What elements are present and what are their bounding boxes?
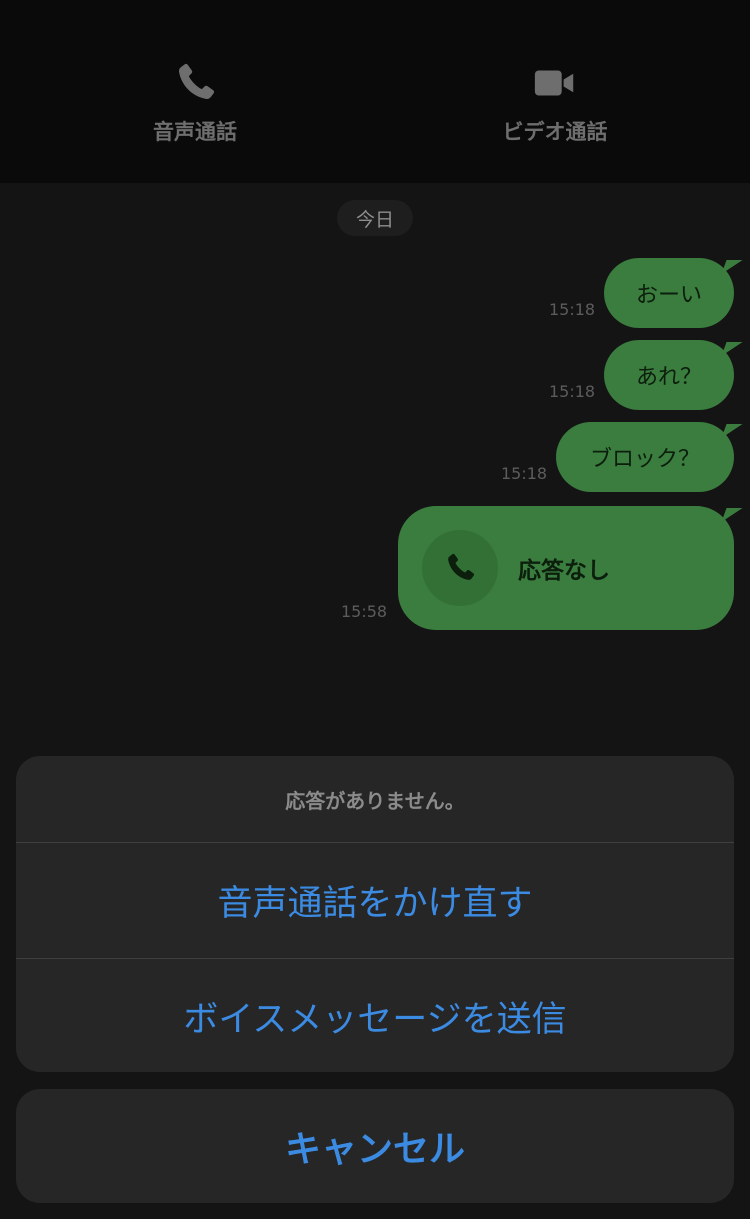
phone-icon (448, 553, 475, 580)
message-text: あれ？ (635, 365, 702, 390)
action-sheet-title: 応答がありません。 (16, 756, 734, 843)
cancel-button[interactable]: キャンセル (16, 1089, 734, 1203)
action-sheet: 応答がありません。 音声通話をかけ直す ボイスメッセージを送信 (16, 756, 734, 1072)
video-call-label: ビデオ通話 (502, 120, 608, 144)
date-separator: 今日 (337, 200, 413, 236)
phone-icon (178, 63, 215, 100)
message-time: 15:18 (501, 464, 548, 483)
message-time: 15:18 (549, 382, 596, 401)
video-camera-icon (534, 70, 574, 96)
voice-call-button[interactable]: 音声通話 (95, 60, 295, 160)
message-text: おーい (635, 283, 702, 308)
message-text: ブロック？ (589, 447, 700, 472)
message-time: 15:58 (341, 602, 388, 621)
redial-voice-call-button[interactable]: 音声通話をかけ直す (16, 843, 734, 958)
video-call-button[interactable]: ビデオ通話 (455, 60, 655, 160)
message-time: 15:18 (549, 300, 596, 319)
call-options-bar: 音声通話 ビデオ通話 (0, 0, 750, 183)
voice-call-label: 音声通話 (153, 120, 237, 144)
message-bubble[interactable]: あれ？ (604, 340, 734, 410)
missed-call-text: 応答なし (518, 558, 610, 584)
send-voice-message-button[interactable]: ボイスメッセージを送信 (16, 958, 734, 1072)
missed-call-bubble[interactable]: 応答なし (398, 506, 734, 630)
call-icon-badge (422, 530, 498, 606)
message-bubble[interactable]: ブロック？ (556, 422, 734, 492)
message-bubble[interactable]: おーい (604, 258, 734, 328)
